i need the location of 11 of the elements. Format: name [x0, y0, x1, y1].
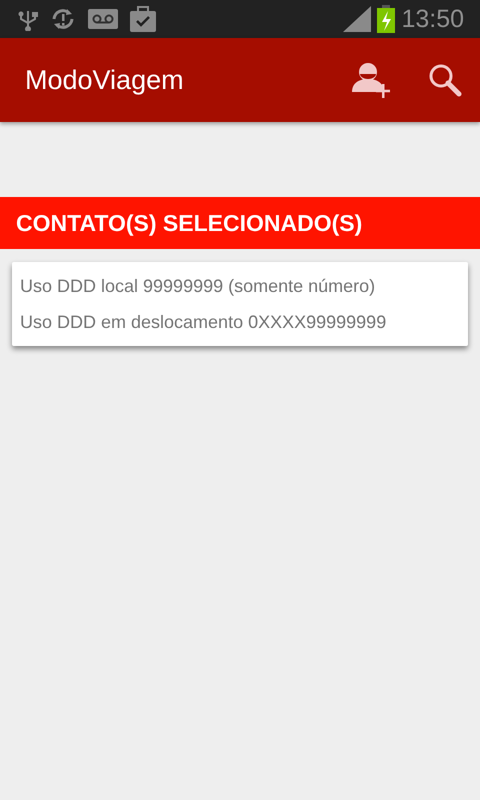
app-title: ModoViagem: [25, 64, 184, 96]
clipboard-check-icon: [130, 6, 156, 32]
hint-text: Uso DDD em deslocamento 0XXXX99999999: [20, 311, 388, 334]
battery-icon: [377, 5, 396, 33]
voicemail-icon: [88, 9, 118, 29]
section-header: CONTATO(S) SELECIONADO(S): [0, 197, 480, 249]
signal-icon: [343, 6, 372, 32]
hint-text: Uso DDD local 99999999 (somente número): [20, 275, 376, 298]
sync-alert-icon: [50, 7, 76, 31]
search-icon[interactable]: [428, 63, 462, 97]
clock-time: 13:50: [401, 4, 464, 34]
